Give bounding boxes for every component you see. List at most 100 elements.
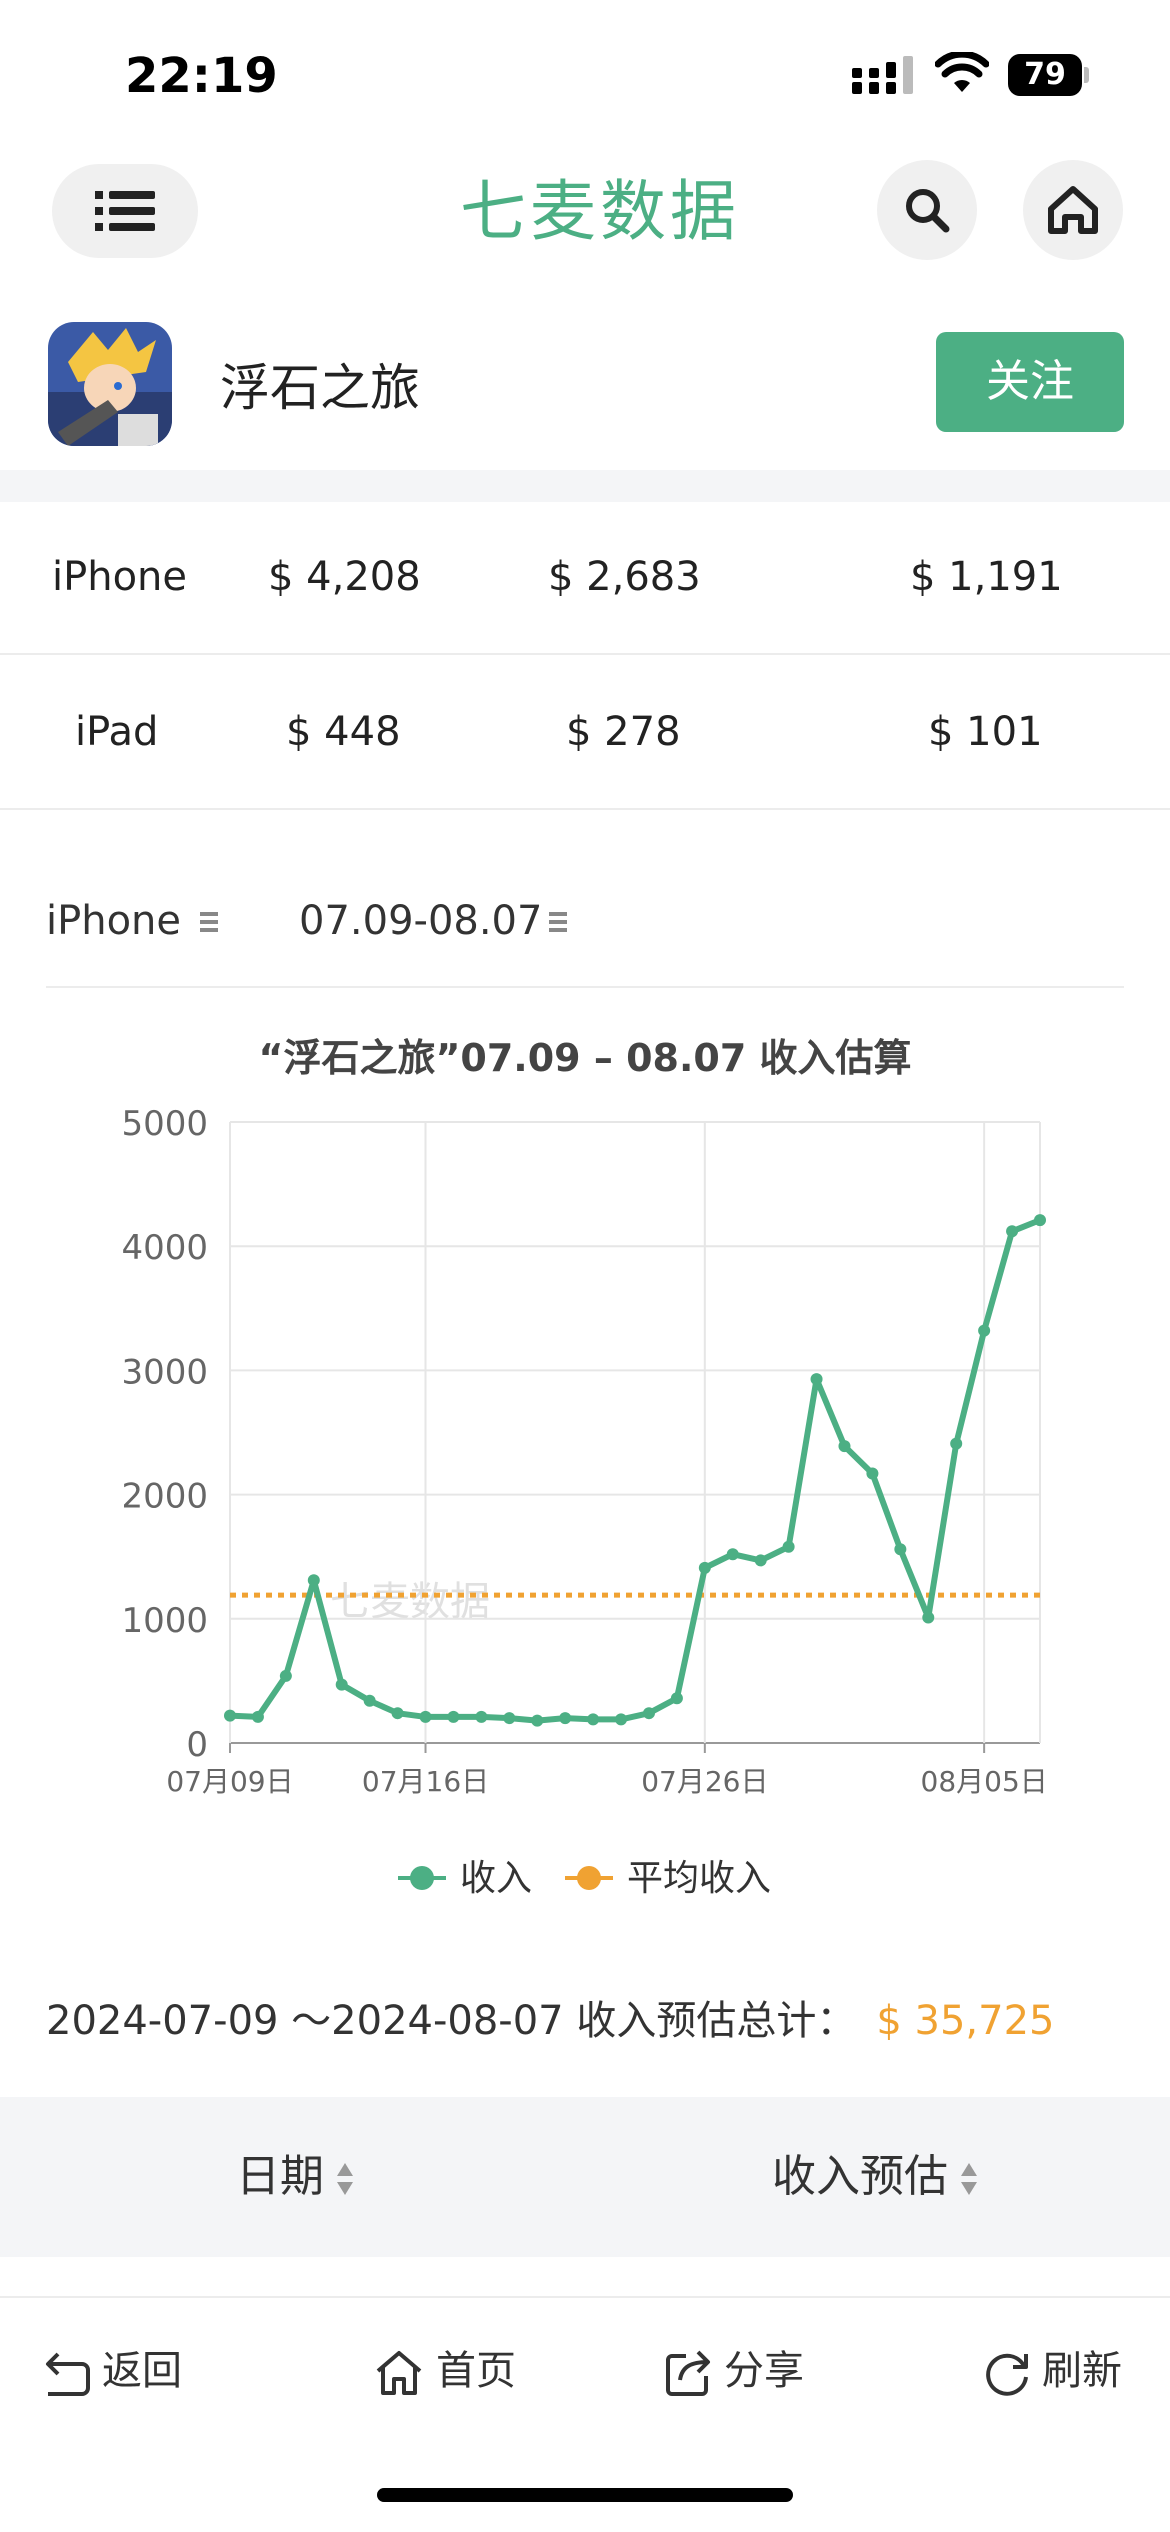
revenue-point	[503, 1712, 516, 1725]
summary-label: 2024-07-09 ～2024-08-07 收入预估总计：	[46, 1998, 857, 2044]
summary-amount: $ 35,725	[876, 1998, 1055, 2044]
status-bar: 22:19 79	[0, 0, 1170, 140]
revenue-point	[866, 1467, 879, 1480]
bottom-toolbar: 返回 首页 分享 刷新	[0, 2296, 1170, 2426]
chart-title: “浮石之旅”07.09 – 08.07 收入估算	[258, 1036, 911, 1080]
revenue-cell: $ 278	[566, 709, 681, 755]
revenue-point	[363, 1694, 376, 1707]
home-indicator	[377, 2488, 793, 2502]
revenue-line	[229, 1217, 1042, 1724]
revenue-point	[754, 1554, 767, 1567]
y-tick-label: 4000	[121, 1228, 208, 1268]
column-date[interactable]: 日期	[236, 2097, 354, 2257]
revenue-point	[531, 1714, 544, 1727]
refresh-icon	[986, 2353, 1028, 2396]
cellular-signal-icon	[852, 56, 913, 94]
share-label: 分享	[724, 2348, 804, 2394]
battery-icon: 79	[1008, 54, 1089, 96]
home-label: 首页	[436, 2348, 516, 2394]
revenue-point	[642, 1707, 655, 1720]
revenue-point	[782, 1540, 795, 1553]
share-button[interactable]: 分享	[666, 2338, 804, 2396]
date-range-selector[interactable]: 07.09-08.07	[299, 898, 542, 944]
y-tick-label: 2000	[121, 1477, 208, 1517]
revenue-cell: $ 4,208	[268, 554, 421, 600]
revenue-point	[950, 1437, 963, 1450]
legend-marker	[577, 1866, 601, 1890]
revenue-point	[447, 1710, 460, 1723]
home-nav-button[interactable]: 首页	[374, 2338, 516, 2397]
back-label: 返回	[102, 2348, 182, 2394]
revenue-cell: $ 101	[928, 709, 1043, 755]
home-icon	[376, 2351, 422, 2395]
back-button[interactable]: 返回	[42, 2338, 182, 2396]
revenue-point	[1006, 1225, 1019, 1238]
revenue-point	[978, 1324, 991, 1337]
revenue-chart-svg: “浮石之旅”07.09 – 08.07 收入估算 七麦数据 0100020003…	[121, 1036, 1048, 1899]
revenue-point	[559, 1712, 572, 1725]
sort-icon	[337, 2163, 353, 2195]
dropdown-icon	[200, 912, 218, 932]
follow-button[interactable]: 关注	[936, 332, 1124, 432]
revenue-point	[335, 1678, 348, 1691]
revenue-point	[810, 1373, 823, 1386]
x-tick-label: 08月05日	[921, 1765, 1048, 1798]
legend-label: 平均收入	[627, 1858, 771, 1899]
revenue-chart: “浮石之旅”07.09 – 08.07 收入估算 七麦数据 0 1000 2000 3…	[0, 1030, 1170, 1930]
dropdown-icon	[549, 912, 567, 932]
section-divider	[0, 470, 1170, 502]
column-revenue[interactable]: 收入预估	[772, 2097, 978, 2257]
status-time: 22:19	[125, 48, 278, 104]
revenue-point	[670, 1692, 683, 1705]
refresh-label: 刷新	[1042, 2348, 1122, 2394]
brand-logo: 七麦数据	[460, 173, 740, 250]
revenue-point	[307, 1574, 320, 1587]
revenue-point	[419, 1710, 432, 1723]
x-tick-label: 07月09日	[166, 1765, 293, 1798]
share-icon	[666, 2350, 710, 2396]
search-icon	[906, 189, 950, 233]
revenue-point	[251, 1710, 264, 1723]
app-name: 浮石之旅	[220, 359, 420, 417]
menu-button[interactable]	[52, 164, 198, 258]
legend-label: 收入	[460, 1858, 532, 1899]
revenue-point	[224, 1709, 236, 1722]
revenue-point	[922, 1611, 935, 1624]
revenue-point	[279, 1669, 292, 1682]
menu-icon	[95, 191, 155, 231]
revenue-point	[838, 1440, 851, 1453]
app-icon	[48, 322, 172, 446]
search-button[interactable]	[877, 160, 977, 260]
column-revenue-label: 收入预估	[772, 2151, 948, 2202]
revenue-point	[587, 1713, 600, 1726]
revenue-summary: 2024-07-09 ～2024-08-07 收入预估总计： $ 35,725	[46, 1988, 1054, 2046]
table-header: 日期 收入预估	[0, 2097, 1170, 2257]
device-selector[interactable]: iPhone	[46, 898, 181, 944]
revenue-cell: $ 1,191	[910, 554, 1063, 600]
revenue-point	[894, 1543, 907, 1556]
app-header: 七麦数据	[0, 160, 1170, 264]
device-row-iphone: iPhone $ 4,208 $ 2,683 $ 1,191	[0, 500, 1170, 655]
x-tick-label: 07月16日	[362, 1765, 489, 1798]
revenue-point	[1034, 1214, 1046, 1227]
revenue-point	[391, 1707, 404, 1720]
y-tick-label: 3000	[121, 1352, 208, 1392]
revenue-point	[698, 1561, 711, 1574]
legend-marker	[410, 1866, 434, 1890]
revenue-point	[726, 1548, 739, 1561]
battery-level: 79	[1024, 57, 1066, 92]
y-tick-label: 1000	[121, 1601, 208, 1641]
home-icon	[1048, 186, 1098, 234]
sort-icon	[961, 2163, 977, 2195]
y-tick-label: 5000	[121, 1104, 208, 1144]
y-tick-label: 0	[186, 1725, 208, 1765]
revenue-point	[615, 1713, 628, 1726]
back-icon	[46, 2352, 90, 2396]
filter-bar: iPhone 07.09-08.07	[46, 880, 1124, 988]
device-row-ipad: iPad $ 448 $ 278 $ 101	[0, 655, 1170, 810]
home-button[interactable]	[1023, 160, 1123, 260]
revenue-cell: $ 2,683	[548, 554, 701, 600]
refresh-button[interactable]: 刷新	[984, 2338, 1122, 2396]
wifi-icon	[935, 52, 989, 92]
revenue-point	[475, 1710, 488, 1723]
